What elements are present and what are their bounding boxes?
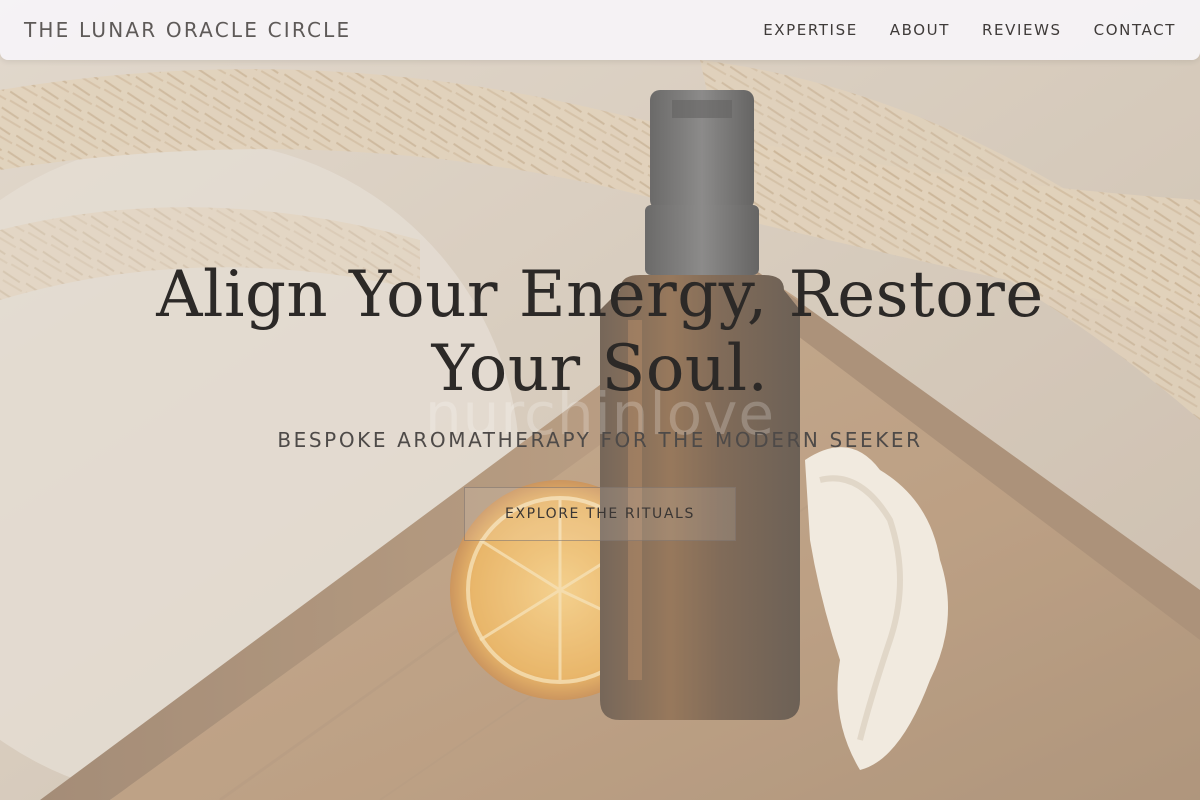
- hero-title: Align Your Energy, Restore Your Soul.: [150, 258, 1050, 406]
- landing-page: THE LUNAR ORACLE CIRCLE EXPERTISE ABOUT …: [0, 0, 1200, 800]
- explore-rituals-label: EXPLORE THE RITUALS: [505, 506, 695, 522]
- hero-title-line-1: Align Your Energy, Restore: [156, 258, 1044, 332]
- hero-title-line-2: Your Soul.: [431, 332, 769, 406]
- hero-subtitle: BESPOKE AROMATHERAPY FOR THE MODERN SEEK…: [277, 428, 923, 452]
- explore-rituals-button[interactable]: EXPLORE THE RITUALS: [464, 487, 736, 541]
- hero-section: nurchinlove Align Your Energy, Restore Y…: [0, 0, 1200, 800]
